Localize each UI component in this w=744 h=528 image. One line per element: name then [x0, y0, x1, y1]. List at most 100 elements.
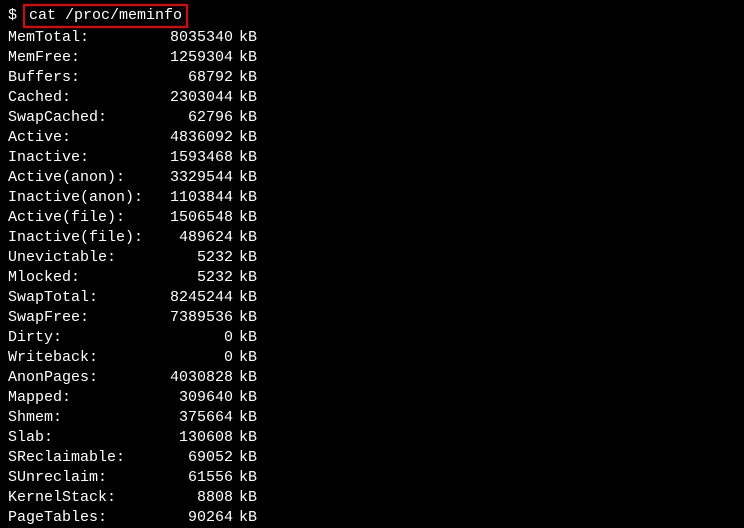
command-text: cat /proc/meminfo [29, 7, 182, 24]
meminfo-value: 69052 [153, 448, 233, 468]
meminfo-unit: kB [239, 468, 257, 488]
meminfo-value: 4030828 [153, 368, 233, 388]
meminfo-unit: kB [239, 488, 257, 508]
meminfo-unit: kB [239, 348, 257, 368]
meminfo-unit: kB [239, 108, 257, 128]
meminfo-row: SwapCached:62796 kB [8, 108, 736, 128]
meminfo-unit: kB [239, 428, 257, 448]
meminfo-row: MemTotal:8035340 kB [8, 28, 736, 48]
meminfo-label: PageTables: [8, 508, 153, 528]
meminfo-unit: kB [239, 28, 257, 48]
meminfo-unit: kB [239, 308, 257, 328]
meminfo-unit: kB [239, 248, 257, 268]
meminfo-row: SwapTotal:8245244 kB [8, 288, 736, 308]
meminfo-label: Writeback: [8, 348, 153, 368]
meminfo-label: Inactive(file): [8, 228, 153, 248]
meminfo-unit: kB [239, 368, 257, 388]
meminfo-value: 1506548 [153, 208, 233, 228]
meminfo-label: SwapCached: [8, 108, 153, 128]
meminfo-value: 1103844 [153, 188, 233, 208]
meminfo-value: 0 [153, 348, 233, 368]
meminfo-unit: kB [239, 448, 257, 468]
meminfo-unit: kB [239, 268, 257, 288]
meminfo-label: SwapTotal: [8, 288, 153, 308]
meminfo-label: Slab: [8, 428, 153, 448]
meminfo-row: PageTables:90264kB [8, 508, 736, 528]
meminfo-label: SUnreclaim: [8, 468, 153, 488]
meminfo-unit: kB [239, 288, 257, 308]
meminfo-label: Buffers: [8, 68, 153, 88]
meminfo-unit: kB [239, 68, 257, 88]
meminfo-label: SReclaimable: [8, 448, 153, 468]
meminfo-row: Active(file):1506548kB [8, 208, 736, 228]
meminfo-label: Shmem: [8, 408, 153, 428]
meminfo-value: 309640 [153, 388, 233, 408]
meminfo-value: 5232 [153, 268, 233, 288]
meminfo-unit: kB [239, 388, 257, 408]
meminfo-output: MemTotal:8035340kBMemFree:1259304kBBuffe… [8, 28, 736, 528]
meminfo-label: Mlocked: [8, 268, 153, 288]
meminfo-value: 5232 [153, 248, 233, 268]
meminfo-value: 7389536 [153, 308, 233, 328]
meminfo-value: 8808 [153, 488, 233, 508]
meminfo-row: Dirty:0 kB [8, 328, 736, 348]
meminfo-value: 1593468 [153, 148, 233, 168]
meminfo-value: 8245244 [153, 288, 233, 308]
meminfo-label: MemTotal: [8, 28, 153, 48]
meminfo-value: 0 [153, 328, 233, 348]
meminfo-unit: kB [239, 148, 257, 168]
meminfo-row: Cached:2303044 kB [8, 88, 736, 108]
meminfo-value: 1259304 [153, 48, 233, 68]
meminfo-unit: kB [239, 228, 257, 248]
command-highlight: cat /proc/meminfo [23, 4, 188, 28]
meminfo-label: Cached: [8, 88, 153, 108]
meminfo-row: Buffers:68792 kB [8, 68, 736, 88]
meminfo-value: 375664 [153, 408, 233, 428]
meminfo-value: 61556 [153, 468, 233, 488]
meminfo-value: 130608 [153, 428, 233, 448]
meminfo-value: 2303044 [153, 88, 233, 108]
meminfo-label: Active(anon): [8, 168, 153, 188]
meminfo-label: SwapFree: [8, 308, 153, 328]
meminfo-label: Inactive: [8, 148, 153, 168]
meminfo-row: Unevictable:5232 kB [8, 248, 736, 268]
meminfo-unit: kB [239, 508, 257, 528]
meminfo-row: Inactive:1593468 kB [8, 148, 736, 168]
meminfo-row: Slab:130608 kB [8, 428, 736, 448]
meminfo-row: SwapFree:7389536 kB [8, 308, 736, 328]
meminfo-row: Active(anon):3329544 kB [8, 168, 736, 188]
meminfo-unit: kB [239, 128, 257, 148]
meminfo-label: KernelStack: [8, 488, 153, 508]
meminfo-row: KernelStack:8808 kB [8, 488, 736, 508]
meminfo-unit: kB [239, 168, 257, 188]
meminfo-value: 8035340 [153, 28, 233, 48]
meminfo-row: Writeback:0 kB [8, 348, 736, 368]
prompt-line[interactable]: $ cat /proc/meminfo [8, 4, 736, 28]
meminfo-label: Dirty: [8, 328, 153, 348]
meminfo-label: MemFree: [8, 48, 153, 68]
meminfo-row: Shmem:375664kB [8, 408, 736, 428]
meminfo-label: Mapped: [8, 388, 153, 408]
meminfo-label: AnonPages: [8, 368, 153, 388]
meminfo-value: 489624 [153, 228, 233, 248]
meminfo-row: Active:4836092kB [8, 128, 736, 148]
meminfo-label: Active: [8, 128, 153, 148]
meminfo-unit: kB [239, 188, 257, 208]
meminfo-row: Mlocked:5232 kB [8, 268, 736, 288]
meminfo-label: Unevictable: [8, 248, 153, 268]
prompt-symbol: $ [8, 6, 17, 26]
meminfo-row: Inactive(file):489624 kB [8, 228, 736, 248]
meminfo-unit: kB [239, 328, 257, 348]
meminfo-row: MemFree:1259304 kB [8, 48, 736, 68]
meminfo-row: SReclaimable:69052 kB [8, 448, 736, 468]
meminfo-value: 68792 [153, 68, 233, 88]
meminfo-unit: kB [239, 48, 257, 68]
meminfo-value: 3329544 [153, 168, 233, 188]
meminfo-value: 62796 [153, 108, 233, 128]
meminfo-label: Active(file): [8, 208, 153, 228]
meminfo-unit: kB [239, 88, 257, 108]
meminfo-row: Mapped:309640 kB [8, 388, 736, 408]
meminfo-label: Inactive(anon): [8, 188, 153, 208]
meminfo-row: AnonPages:4030828 kB [8, 368, 736, 388]
meminfo-row: SUnreclaim:61556 kB [8, 468, 736, 488]
